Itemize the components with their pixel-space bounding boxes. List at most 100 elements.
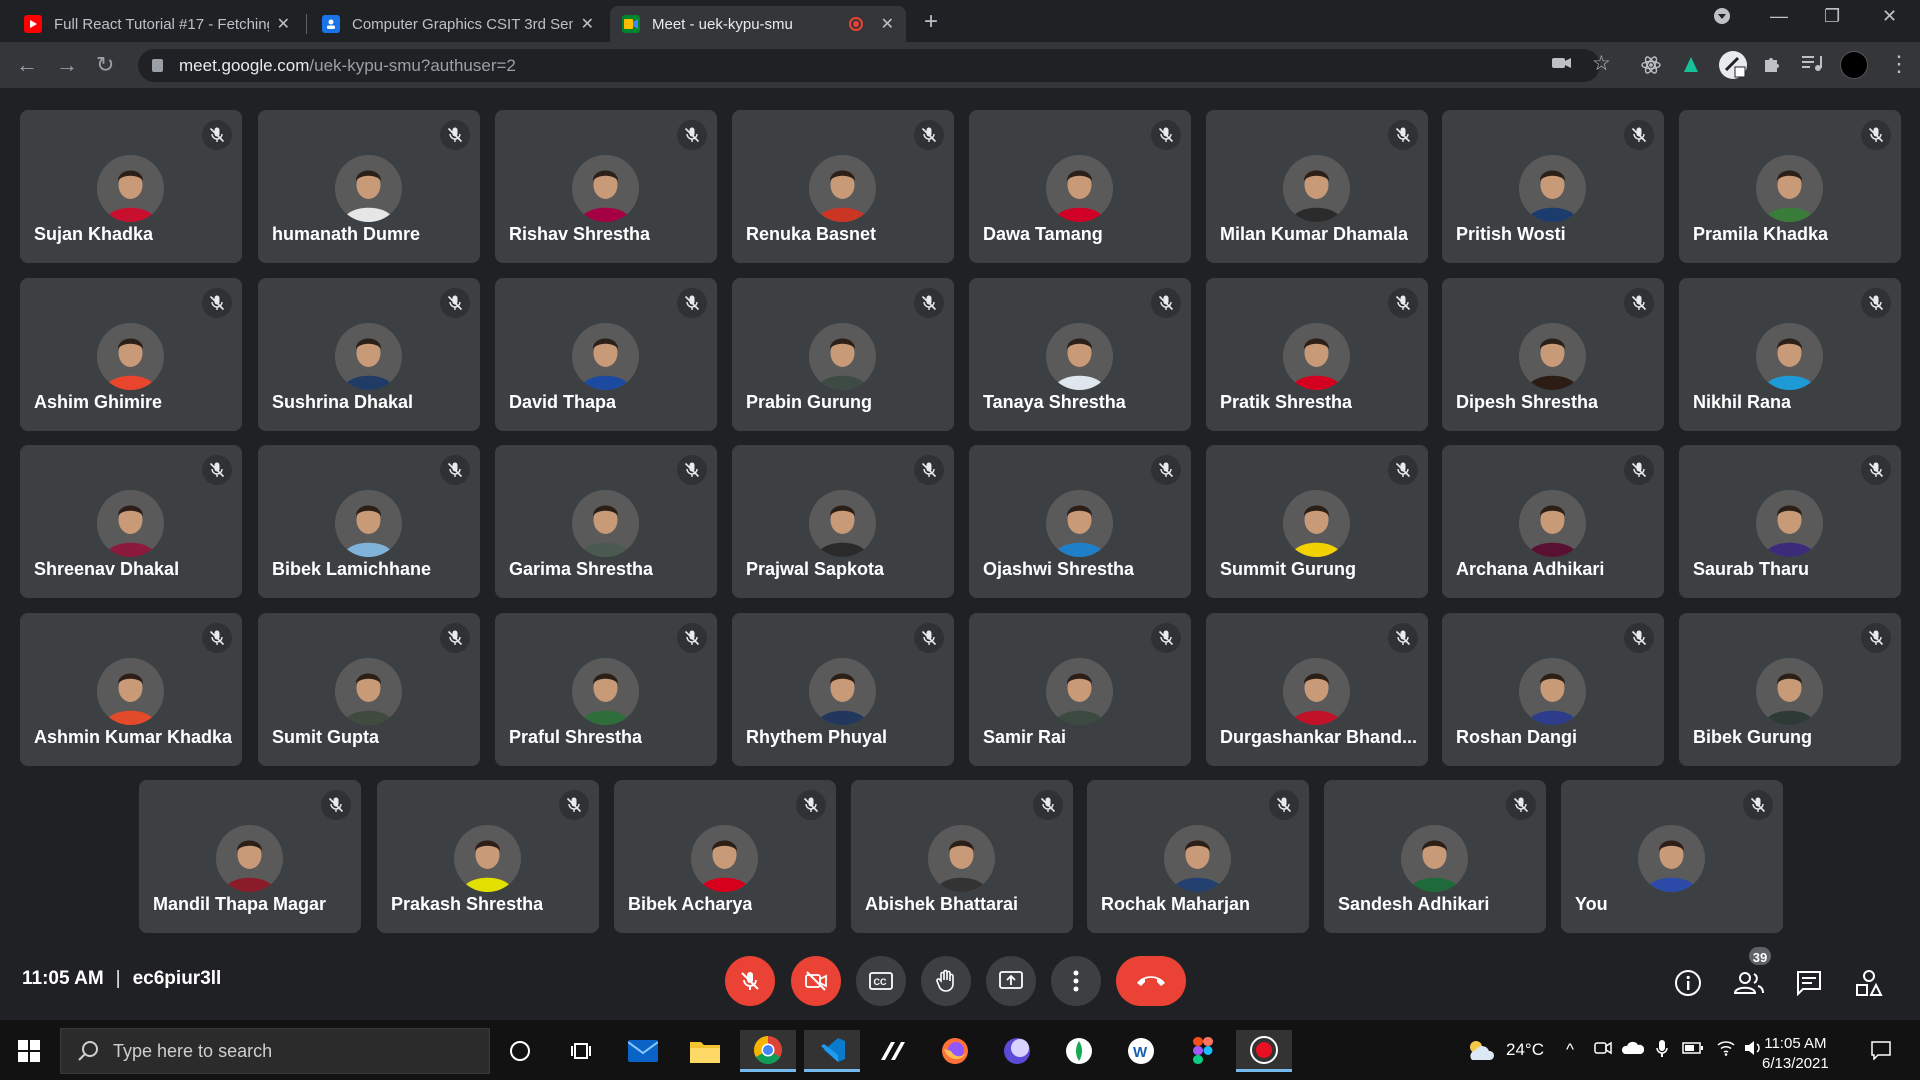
vscode-taskbar-icon[interactable] <box>804 1030 860 1072</box>
forward-icon[interactable]: → <box>56 52 78 78</box>
participant-tile[interactable]: Prabin Gurung <box>732 278 954 431</box>
chrome-taskbar-icon[interactable] <box>740 1030 796 1072</box>
media-controls-icon[interactable] <box>1802 54 1822 78</box>
participant-tile[interactable]: Prakash Shrestha <box>377 780 599 933</box>
firefox-icon[interactable] <box>934 1030 976 1072</box>
task-view-icon[interactable] <box>560 1030 602 1072</box>
participant-tile[interactable]: Shreenav Dhakal <box>20 445 242 598</box>
present-screen-button[interactable] <box>986 956 1036 1006</box>
participant-tile[interactable]: Ashim Ghimire <box>20 278 242 431</box>
tab-computer-graphics[interactable]: Computer Graphics CSIT 3rd Sem ✕ <box>310 6 606 42</box>
app-moon-icon[interactable] <box>996 1030 1038 1072</box>
screen-recorder-icon[interactable] <box>1236 1030 1292 1072</box>
meeting-details-button[interactable] <box>1673 968 1703 998</box>
close-tab-icon[interactable]: ✕ <box>581 14 594 34</box>
weather-temperature[interactable]: 24°C <box>1506 1040 1544 1060</box>
address-bar[interactable]: meet.google.com/uek-kypu-smu?authuser=2 <box>138 49 1600 82</box>
tab-search-icon[interactable] <box>1712 6 1732 31</box>
file-explorer-icon[interactable] <box>684 1030 726 1072</box>
captions-button[interactable]: CC <box>856 956 906 1006</box>
maximize-icon[interactable]: ❐ <box>1824 6 1840 27</box>
participant-tile[interactable]: Praful Shrestha <box>495 613 717 766</box>
participant-tile[interactable]: Pratik Shrestha <box>1206 278 1428 431</box>
tab-meet[interactable]: Meet - uek-kypu-smu ✕ <box>610 6 906 42</box>
weather-icon[interactable] <box>1466 1038 1496 1067</box>
app-w-icon[interactable]: W <box>1120 1030 1162 1072</box>
participant-tile[interactable]: Summit Gurung <box>1206 445 1428 598</box>
participant-tile[interactable]: Bibek Acharya <box>614 780 836 933</box>
battery-icon[interactable] <box>1682 1040 1704 1060</box>
participant-tile[interactable]: Sumit Gupta <box>258 613 480 766</box>
participant-tile[interactable]: Roshan Dangi <box>1442 613 1664 766</box>
participant-tile[interactable]: David Thapa <box>495 278 717 431</box>
participants-button[interactable] <box>1734 968 1764 998</box>
back-icon[interactable]: ← <box>16 52 38 78</box>
chat-button[interactable] <box>1794 968 1824 998</box>
participant-tile[interactable]: Rhythem Phuyal <box>732 613 954 766</box>
participant-tile[interactable]: Milan Kumar Dhamala <box>1206 110 1428 263</box>
participant-tile[interactable]: Nikhil Rana <box>1679 278 1901 431</box>
more-options-button[interactable] <box>1051 956 1101 1006</box>
participant-tile[interactable]: Bibek Gurung <box>1679 613 1901 766</box>
participant-tile[interactable]: Pritish Wosti <box>1442 110 1664 263</box>
new-tab-plus-icon[interactable]: + <box>924 8 938 36</box>
volume-icon[interactable] <box>1744 1040 1764 1061</box>
meet-extension-icon[interactable] <box>1718 50 1748 86</box>
tab-react-tutorial[interactable]: Full React Tutorial #17 - Fetching ✕ <box>12 6 302 42</box>
participant-tile[interactable]: Pramila Khadka <box>1679 110 1901 263</box>
minimize-icon[interactable]: — <box>1770 6 1788 27</box>
participant-tile[interactable]: Abishek Bhattarai <box>851 780 1073 933</box>
onedrive-cloud-icon[interactable] <box>1621 1040 1645 1060</box>
raise-hand-button[interactable] <box>921 956 971 1006</box>
close-tab-icon[interactable]: ✕ <box>881 14 894 34</box>
tray-expand-icon[interactable]: ^ <box>1566 1040 1574 1060</box>
participant-tile[interactable]: Bibek Lamichhane <box>258 445 480 598</box>
taskbar-clock[interactable]: 11:05 AM 6/13/2021 <box>1762 1034 1829 1074</box>
participant-tile[interactable]: Sujan Khadka <box>20 110 242 263</box>
camera-permission-icon[interactable] <box>1552 54 1572 76</box>
notification-center-icon[interactable] <box>1870 1040 1892 1065</box>
close-window-icon[interactable]: ✕ <box>1882 6 1897 27</box>
participant-tile[interactable]: Rishav Shrestha <box>495 110 717 263</box>
participant-tile[interactable]: humanath Dumre <box>258 110 480 263</box>
taskbar-search-box[interactable]: Type here to search <box>60 1028 490 1074</box>
profile-avatar[interactable] <box>1840 51 1868 79</box>
app-slash-icon[interactable] <box>872 1030 914 1072</box>
participant-tile[interactable]: Mandil Thapa Magar <box>139 780 361 933</box>
mongodb-compass-icon[interactable] <box>1058 1030 1100 1072</box>
participant-tile[interactable]: Sandesh Adhikari <box>1324 780 1546 933</box>
grammarly-extension-icon[interactable] <box>1680 54 1702 82</box>
meet-now-icon[interactable] <box>1594 1040 1612 1061</box>
close-tab-icon[interactable]: ✕ <box>277 14 290 34</box>
mail-app-icon[interactable] <box>622 1030 664 1072</box>
participant-tile[interactable]: Tanaya Shrestha <box>969 278 1191 431</box>
bookmark-star-icon[interactable]: ☆ <box>1592 51 1611 76</box>
cortana-icon[interactable] <box>499 1030 541 1072</box>
participant-tile[interactable]: Samir Rai <box>969 613 1191 766</box>
windows-start-icon[interactable] <box>18 1040 40 1062</box>
browser-menu-icon[interactable]: ⋮ <box>1888 51 1910 77</box>
participant-tile[interactable]: Renuka Basnet <box>732 110 954 263</box>
wifi-icon[interactable] <box>1716 1040 1736 1061</box>
react-devtools-icon[interactable] <box>1640 54 1662 82</box>
reload-icon[interactable]: ↻ <box>96 52 114 78</box>
participant-tile[interactable]: Saurab Tharu <box>1679 445 1901 598</box>
participant-tile[interactable]: Ojashwi Shrestha <box>969 445 1191 598</box>
participant-tile[interactable]: Sushrina Dhakal <box>258 278 480 431</box>
leave-call-button[interactable] <box>1116 956 1186 1006</box>
participant-tile[interactable]: You <box>1561 780 1783 933</box>
participant-tile[interactable]: Prajwal Sapkota <box>732 445 954 598</box>
participant-tile[interactable]: Garima Shrestha <box>495 445 717 598</box>
participant-tile[interactable]: Rochak Maharjan <box>1087 780 1309 933</box>
camera-off-button[interactable] <box>791 956 841 1006</box>
microphone-in-use-icon[interactable] <box>1656 1040 1668 1063</box>
figma-icon[interactable] <box>1182 1030 1224 1072</box>
microphone-off-button[interactable] <box>725 956 775 1006</box>
participant-tile[interactable]: Dawa Tamang <box>969 110 1191 263</box>
participant-tile[interactable]: Durgashankar Bhand... <box>1206 613 1428 766</box>
activities-button[interactable] <box>1854 968 1884 998</box>
participant-tile[interactable]: Ashmin Kumar Khadka <box>20 613 242 766</box>
participant-tile[interactable]: Archana Adhikari <box>1442 445 1664 598</box>
participant-tile[interactable]: Dipesh Shrestha <box>1442 278 1664 431</box>
extensions-puzzle-icon[interactable] <box>1762 54 1782 80</box>
